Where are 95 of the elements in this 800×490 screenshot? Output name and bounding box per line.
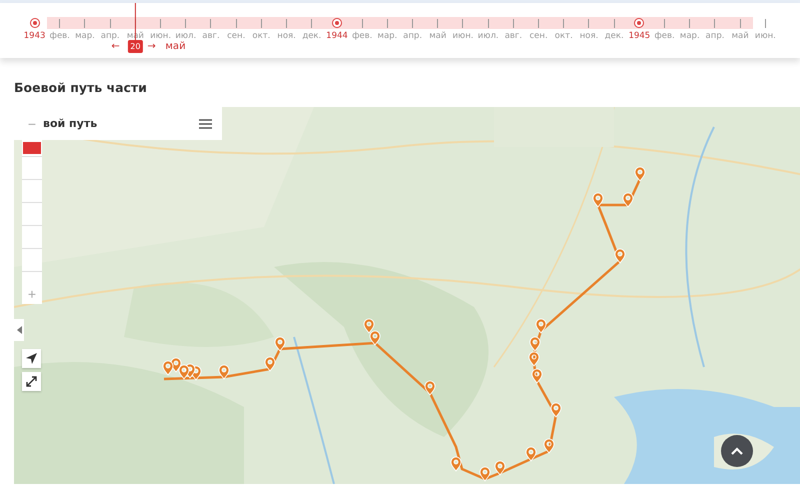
timeline-tick — [588, 18, 590, 28]
month-label[interactable]: авг. — [202, 29, 220, 43]
month-label[interactable]: окт. — [252, 29, 270, 43]
timeline-tick — [512, 18, 514, 28]
month-label[interactable]: дек. — [604, 29, 624, 43]
menu-icon[interactable] — [199, 118, 212, 128]
map-pin-icon[interactable] — [550, 402, 562, 418]
year-marker-icon — [332, 18, 342, 28]
timeline-tick — [764, 18, 766, 28]
month-label[interactable]: июн. — [150, 29, 172, 43]
map-pin-icon[interactable] — [536, 318, 546, 334]
panel-title: вой путь — [43, 117, 98, 130]
timeline-tick — [362, 18, 363, 28]
zoom-slider-thumb[interactable] — [23, 142, 41, 154]
fullscreen-button[interactable] — [22, 372, 41, 391]
map[interactable]: вой путь − + — [14, 107, 800, 484]
timeline-tick — [740, 18, 741, 28]
year-label[interactable]: 1943 — [24, 29, 46, 43]
month-label[interactable]: мар. — [680, 29, 700, 43]
month-label[interactable]: дек. — [302, 29, 322, 43]
timeline-tick — [311, 18, 312, 28]
map-pin-icon[interactable] — [530, 336, 540, 352]
timeline-tick — [84, 18, 86, 28]
timeline-tick — [386, 18, 388, 28]
map-pin-icon[interactable] — [622, 192, 634, 208]
timeline-tick — [437, 18, 438, 28]
month-label: май — [165, 41, 186, 52]
month-label[interactable]: фев. — [654, 29, 675, 43]
month-label[interactable]: мар. — [378, 29, 398, 43]
month-label[interactable]: сен. — [530, 29, 548, 43]
collapse-button[interactable] — [14, 319, 24, 341]
timeline-tick — [260, 18, 262, 28]
map-pin-icon[interactable] — [218, 364, 230, 380]
map-pin-icon[interactable] — [528, 352, 540, 366]
prev-arrow[interactable]: ← — [111, 41, 120, 52]
timeline-tick — [614, 18, 615, 28]
caret-icon — [16, 326, 22, 334]
chevron-up-icon — [731, 447, 743, 455]
map-pin-icon[interactable] — [264, 356, 276, 372]
month-label[interactable]: июл. — [175, 29, 196, 43]
month-label[interactable]: апр. — [706, 29, 724, 43]
map-pin-icon[interactable] — [532, 368, 542, 384]
map-pin-icon[interactable] — [592, 192, 604, 208]
month-label[interactable]: фев. — [50, 29, 70, 43]
month-label[interactable]: июл. — [478, 29, 499, 43]
timeline-tick — [462, 18, 464, 28]
timeline-tick — [488, 18, 489, 28]
year-label[interactable]: 1944 — [326, 29, 348, 43]
year-marker-icon — [30, 18, 40, 28]
timeline-tick — [236, 18, 237, 28]
timeline-tick — [689, 18, 690, 28]
map-pin-icon[interactable] — [544, 438, 554, 454]
timeline-tick — [185, 18, 186, 28]
map-pin-icon[interactable] — [614, 248, 626, 264]
month-label[interactable]: апр. — [403, 29, 422, 43]
month-label[interactable]: июн. — [452, 29, 474, 43]
section-title: Боевой путь части — [14, 80, 148, 95]
timeline-tick — [210, 18, 212, 28]
month-label[interactable]: окт. — [554, 29, 573, 43]
map-pin-icon[interactable] — [364, 318, 374, 334]
year-label[interactable]: 1945 — [628, 29, 650, 43]
month-label[interactable]: апр. — [100, 29, 120, 43]
map-pin-icon[interactable] — [634, 166, 646, 182]
timeline-tick — [714, 18, 716, 28]
timeline-tick — [664, 18, 666, 28]
map-pin-icon[interactable] — [370, 330, 380, 346]
map-pin-icon[interactable] — [424, 380, 436, 396]
map-pin-icon[interactable] — [526, 446, 536, 462]
timeline-tick — [110, 18, 111, 28]
month-label[interactable]: май — [732, 29, 749, 43]
timeline-tick — [538, 18, 540, 28]
year-marker-icon — [634, 18, 644, 28]
timeline-tick — [160, 18, 162, 28]
timeline-tick — [286, 18, 288, 28]
month-label[interactable]: май — [429, 29, 446, 43]
month-label[interactable]: мар. — [75, 29, 95, 43]
map-pin-icon[interactable] — [274, 336, 286, 352]
arrow-icon — [26, 353, 37, 364]
month-label[interactable]: авг. — [504, 29, 522, 43]
map-pin-icon[interactable] — [480, 466, 490, 482]
map-pin-icon[interactable] — [162, 360, 174, 376]
expand-icon — [26, 376, 37, 387]
locate-button[interactable] — [22, 349, 41, 368]
month-label[interactable]: ноя. — [580, 29, 598, 43]
map-pin-icon[interactable] — [494, 460, 506, 476]
map-pin-icon[interactable] — [450, 456, 462, 472]
month-label[interactable]: сен. — [227, 29, 246, 43]
month-label[interactable]: ноя. — [277, 29, 296, 43]
timeline-tick — [563, 18, 564, 28]
month-label[interactable]: июн. — [754, 29, 776, 43]
month-label[interactable]: фев. — [352, 29, 372, 43]
next-arrow[interactable]: → — [147, 41, 156, 52]
map-pin-icon[interactable] — [178, 364, 190, 380]
timeline-tick — [59, 18, 60, 28]
timeline-tick — [412, 18, 414, 28]
